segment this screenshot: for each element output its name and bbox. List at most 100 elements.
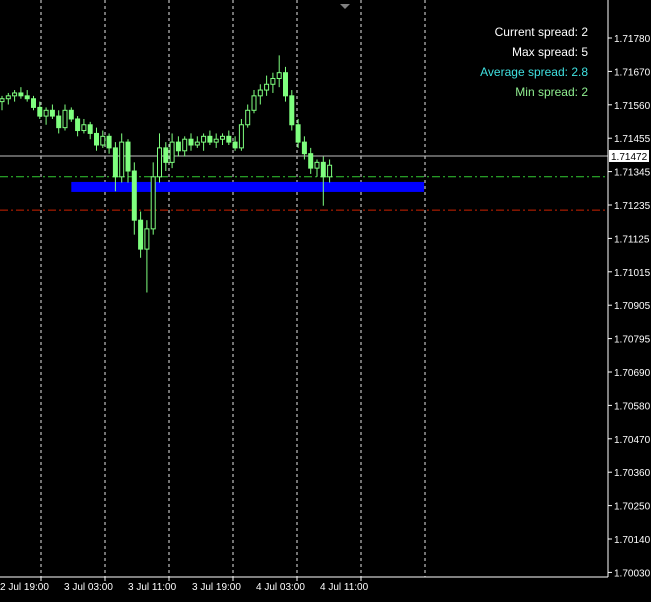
candle-body-bull (150, 176, 156, 230)
candle (0, 95, 5, 111)
candle (238, 118, 244, 151)
candle (163, 142, 169, 172)
price-tick-label: 1.70360 (614, 468, 651, 479)
price-tick-label: 1.70905 (614, 301, 651, 312)
candle-body-bull (245, 109, 251, 126)
candle-body-bull (5, 95, 11, 100)
candle-body-bull (100, 135, 106, 146)
candle-body-bull (119, 141, 125, 178)
time-tick-label: 2 Jul 19:00 (0, 582, 49, 593)
candle-body-bull (264, 83, 270, 91)
candle-body-bull (213, 138, 219, 143)
max-spread-label: Max spread: 5 (511, 45, 588, 59)
candle (150, 162, 156, 235)
level-band (71, 181, 425, 192)
candle (245, 104, 251, 128)
price-tick-label: 1.71345 (614, 168, 651, 179)
candle (12, 90, 18, 102)
triangle-down-icon[interactable] (340, 4, 350, 9)
candle-body-bear (31, 98, 36, 108)
candle (131, 162, 137, 235)
candle-body-bull (12, 92, 18, 97)
min-spread-label: Min spread: 2 (515, 85, 588, 99)
candle (276, 55, 282, 88)
candle (24, 90, 30, 102)
candle-body-bull (257, 89, 263, 97)
candle-body-bear (283, 72, 288, 97)
price-tick-label: 1.70580 (614, 401, 651, 412)
candle-body-bull (169, 141, 175, 163)
candle-body-bull (43, 109, 49, 117)
candle (144, 220, 150, 293)
candle (327, 159, 333, 183)
candle-body-bear (320, 161, 326, 178)
candle (270, 72, 276, 93)
candle-body-bear (226, 135, 232, 143)
candle (207, 130, 213, 145)
candle (308, 147, 314, 174)
candle (49, 104, 55, 119)
time-tick-label: 3 Jul 11:00 (128, 582, 177, 593)
price-tick-label: 1.71455 (614, 134, 651, 145)
candle-body-bear (308, 153, 314, 169)
candle-body-bull (201, 135, 207, 143)
candle-body-bear (232, 141, 238, 149)
candle-body-bear (112, 147, 118, 178)
candle (75, 116, 81, 137)
candle-body-bear (56, 115, 62, 129)
candle (232, 136, 238, 151)
candle-body-bear (138, 219, 144, 250)
time-tick-label: 4 Jul 11:00 (320, 582, 369, 593)
price-tick-label: 1.71560 (614, 101, 651, 112)
candle (251, 90, 257, 114)
price-tick-label: 1.70250 (614, 502, 651, 513)
candle-body-bull (62, 109, 68, 129)
candle (68, 107, 74, 122)
candle (138, 211, 144, 258)
candle (283, 66, 288, 102)
candle-body-bear (175, 141, 181, 152)
time-tick-label: 3 Jul 03:00 (64, 582, 113, 593)
candle-body-bull (157, 147, 162, 178)
candle (264, 75, 270, 96)
candle-body-bull (251, 95, 257, 111)
price-tick-label: 1.70140 (614, 535, 651, 546)
candle (169, 133, 175, 169)
candle-body-bear (75, 118, 81, 132)
candle (119, 133, 125, 183)
price-tick-label: 1.70470 (614, 435, 651, 446)
level-layer (0, 155, 608, 211)
candle-body-bear (295, 124, 301, 143)
candle-body-bear (188, 138, 194, 146)
price-tick-label: 1.71125 (614, 234, 650, 245)
candle-body-bull (314, 161, 320, 169)
candle-body-bear (49, 109, 55, 117)
candle-layer (0, 55, 333, 293)
average-spread-label: Average spread: 2.8 (480, 65, 588, 79)
price-tick-label: 1.70795 (614, 335, 651, 346)
candle-body-bear (94, 132, 99, 146)
candle-body-bull (238, 124, 244, 149)
candle-body-bear (18, 92, 24, 97)
price-tick-label: 1.71015 (614, 268, 651, 279)
candle (257, 84, 263, 105)
candle (18, 87, 24, 99)
candle (100, 130, 106, 148)
candle-body-bear (87, 124, 93, 134)
candle-body-bear (68, 109, 74, 120)
candle (182, 136, 188, 157)
candle-body-bull (182, 138, 188, 152)
candle (320, 156, 326, 206)
candle (201, 133, 207, 151)
candle-body-bear (24, 95, 30, 100)
candle (226, 130, 232, 145)
candle-body-bull (270, 77, 276, 85)
candle (295, 118, 301, 148)
candle-body-bull (220, 135, 225, 140)
candle-body-bull (81, 124, 87, 132)
candle-body-bull (327, 164, 333, 178)
candle (5, 92, 11, 105)
candle-body-bear (125, 141, 131, 172)
candle (188, 133, 194, 151)
current-price-label: 1.71472 (611, 152, 648, 163)
